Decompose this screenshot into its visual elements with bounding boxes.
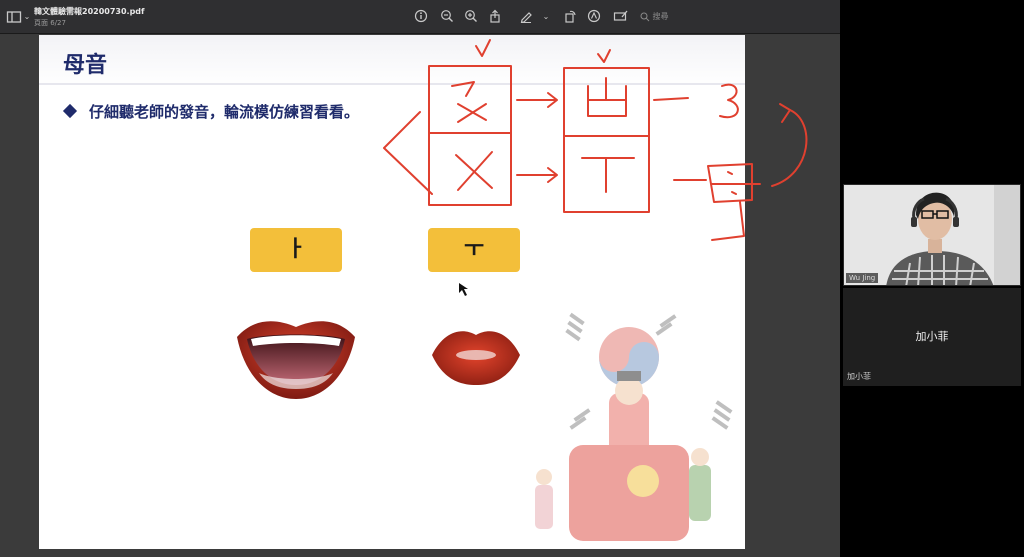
bullet-diamond-icon <box>62 103 78 119</box>
search-placeholder: 搜尋 <box>652 12 669 21</box>
document-scroll-area[interactable]: 母音 仔細聽老師的發音，輪流模仿練習看看。 ㅏ ㅜ <box>0 35 840 557</box>
participant-camera-label: Wu Jing <box>846 273 879 283</box>
slide-instruction: 仔細聽老師的發音，輪流模仿練習看看。 <box>89 103 360 121</box>
markup-pen-icon[interactable] <box>518 9 534 25</box>
search-field[interactable]: 搜尋 <box>640 10 740 24</box>
search-icon <box>640 12 650 22</box>
rotate-icon[interactable] <box>562 9 578 25</box>
participant-display-name: 加小菲 <box>915 330 949 343</box>
korean-flag-decoration <box>535 312 733 541</box>
zoom-out-icon[interactable] <box>439 9 455 25</box>
open-mouth-illustration <box>237 321 355 399</box>
page-indicator: 頁面 6/27 <box>34 19 66 27</box>
title-divider <box>39 83 745 85</box>
pdf-page: 母音 仔細聽老師的發音，輪流模仿練習看看。 ㅏ ㅜ <box>39 35 745 549</box>
annotate-circle-icon[interactable] <box>586 9 602 25</box>
slide-header-band <box>39 35 745 87</box>
document-title: 韓文體驗需報20200730.pdf <box>34 7 145 16</box>
share-icon[interactable] <box>487 9 503 25</box>
chevron-down-icon[interactable]: ⌄ <box>19 9 35 25</box>
pdf-toolbar: ⌄ 韓文體驗需報20200730.pdf 頁面 6/27 ⌄ 搜尋 <box>0 0 840 34</box>
participant-name-tile[interactable]: 加小菲 加小菲 <box>843 288 1021 386</box>
vowel-card-a: ㅏ <box>250 228 342 272</box>
participant-corner-label: 加小菲 <box>847 372 871 381</box>
vowel-card-u: ㅜ <box>428 228 520 272</box>
form-fill-icon[interactable] <box>613 9 629 25</box>
participant-camera-feed <box>844 185 1020 285</box>
slide-title: 母音 <box>63 53 108 78</box>
pdf-viewer-window: ⌄ 韓文體驗需報20200730.pdf 頁面 6/27 ⌄ 搜尋 母音 仔細聽… <box>0 0 840 557</box>
info-icon[interactable] <box>413 9 429 25</box>
zoom-in-icon[interactable] <box>463 9 479 25</box>
participant-video-tile[interactable]: Wu Jing <box>843 184 1021 286</box>
chevron-down-icon[interactable]: ⌄ <box>538 9 554 25</box>
